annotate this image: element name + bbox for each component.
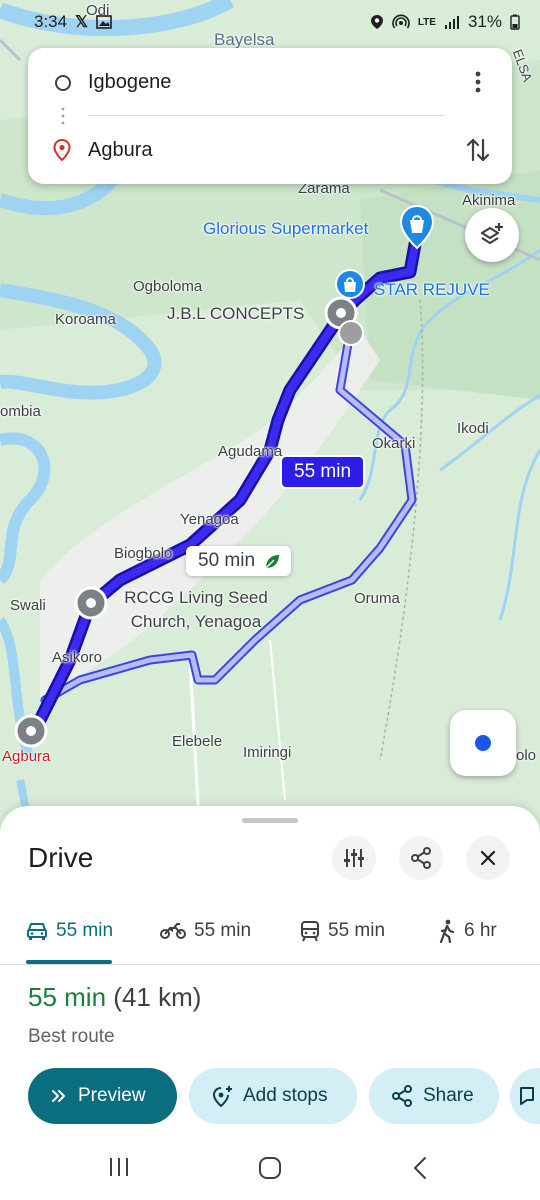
battery-icon	[510, 14, 520, 30]
my-location-button[interactable]	[450, 710, 516, 776]
share-label: Share	[423, 1085, 474, 1106]
network-type: LTE	[417, 16, 436, 28]
status-time: 3:34	[34, 12, 68, 31]
back-icon[interactable]	[412, 1156, 428, 1180]
directions-card: Igbogene Agbura	[28, 48, 512, 184]
route-time-main[interactable]: 55 min	[280, 455, 366, 489]
origin-circle-icon	[55, 75, 71, 91]
tab-transit[interactable]: 55 min	[300, 902, 385, 960]
map-label-ikodi: Ikodi	[457, 420, 489, 437]
swap-icon[interactable]	[465, 136, 491, 164]
more-actions-button[interactable]	[510, 1068, 540, 1124]
origin-row[interactable]: Igbogene	[28, 58, 512, 106]
route-duration: 55 min	[28, 982, 107, 1012]
walk-icon	[439, 919, 455, 943]
map-label-asikoro: Asikoro	[52, 649, 103, 666]
eco-leaf-icon	[265, 555, 280, 569]
tabs-divider	[0, 964, 540, 965]
map-label-star-rejuve[interactable]: STAR REJUVE	[374, 280, 490, 300]
signal-icon	[444, 16, 459, 29]
destination-pin-icon[interactable]	[14, 714, 48, 748]
tab-drive-label: 55 min	[56, 920, 114, 941]
shopping-pin-icon[interactable]	[398, 204, 436, 250]
map-label-koroama: Koroama	[55, 311, 116, 328]
battery-percent: 31%	[467, 12, 502, 31]
gallery-icon	[96, 15, 112, 29]
route-summary: 55 min (41 km)	[28, 982, 201, 1013]
system-nav-bar	[0, 1140, 540, 1200]
add-location-icon	[212, 1086, 232, 1107]
sheet-drag-handle[interactable]	[242, 818, 298, 823]
map-label-ombia: ombia	[0, 403, 41, 420]
map-label-agudama: Agudama	[218, 443, 283, 460]
share-route-button[interactable]	[399, 836, 443, 880]
tune-icon	[344, 849, 364, 867]
pin-icon	[520, 1087, 534, 1105]
add-stops-button[interactable]: Add stops	[189, 1068, 357, 1124]
route-time-alt[interactable]: 50 min	[186, 546, 292, 576]
route-dots-icon	[61, 107, 65, 125]
map-label-imiringi: Imiringi	[243, 744, 292, 761]
map-label-jbl-concepts[interactable]: J.B.L CONCEPTS	[167, 304, 304, 324]
best-route-label: Best route	[28, 1026, 115, 1047]
origin-dot-icon	[338, 320, 364, 346]
map-label-rccg[interactable]: RCCG Living Seed Church, Yenagoa	[116, 586, 276, 634]
map-label-olo: olo	[516, 747, 537, 764]
home-icon[interactable]	[258, 1156, 282, 1180]
route-options-button[interactable]	[332, 836, 376, 880]
travel-mode-tabs: 55 min 55 min 55 min 6 hr	[0, 902, 540, 964]
map-label-oruma: Oruma	[354, 590, 400, 607]
route-distance: (41 km)	[113, 982, 202, 1012]
location-dot-icon	[475, 735, 491, 751]
share-icon	[392, 1085, 412, 1107]
tab-drive[interactable]: 55 min	[26, 902, 113, 960]
destination-pin-icon	[53, 139, 71, 161]
close-icon	[480, 850, 496, 866]
layers-button[interactable]	[465, 208, 519, 262]
share-icon	[411, 847, 431, 869]
car-icon	[27, 923, 47, 940]
chevrons-right-icon	[52, 1090, 65, 1102]
layers-icon	[480, 223, 503, 245]
map-label-agbura[interactable]: Agbura	[2, 748, 50, 765]
tab-motorcycle-label: 55 min	[194, 920, 252, 941]
recent-apps-icon[interactable]	[108, 1156, 130, 1178]
map-label-ogboloma: Ogboloma	[133, 278, 203, 295]
map-label-akinima: Akinima	[462, 192, 516, 209]
origin-field[interactable]: Igbogene	[88, 71, 171, 94]
x-app-icon: 𝕏	[75, 14, 88, 31]
sheet-title: Drive	[28, 842, 94, 873]
motorcycle-icon	[160, 923, 186, 939]
location-status-icon	[370, 15, 383, 29]
preview-label: Preview	[78, 1085, 146, 1106]
tab-transit-label: 55 min	[328, 920, 386, 941]
transit-icon	[301, 921, 319, 942]
map-label-glorious-supermarket[interactable]: Glorious Supermarket	[203, 219, 368, 239]
more-options-icon[interactable]	[472, 70, 484, 94]
status-bar: 3:34 𝕏 LTE 31%	[0, 0, 540, 44]
add-stops-label: Add stops	[243, 1085, 328, 1106]
map-label-swali: Swali	[10, 597, 46, 614]
route-time-alt-label: 50 min	[198, 550, 256, 571]
map-label-yenagoa: Yenagoa	[180, 511, 239, 528]
hotspot-icon	[392, 14, 410, 29]
tab-walk[interactable]: 6 hr	[438, 902, 497, 960]
map-label-okarki: Okarki	[372, 435, 416, 452]
map-label-elebele: Elebele	[172, 733, 223, 750]
waypoint-pin-icon[interactable]	[74, 586, 108, 620]
field-divider	[88, 115, 444, 116]
tab-motorcycle[interactable]: 55 min	[160, 902, 251, 960]
preview-button[interactable]: Preview	[28, 1068, 177, 1124]
map-label-biogbolo: Biogbolo	[114, 545, 173, 562]
tab-walk-label: 6 hr	[464, 920, 497, 941]
destination-row[interactable]: Agbura	[28, 126, 512, 174]
destination-field[interactable]: Agbura	[88, 139, 153, 162]
close-button[interactable]	[466, 836, 510, 880]
share-button[interactable]: Share	[369, 1068, 499, 1124]
